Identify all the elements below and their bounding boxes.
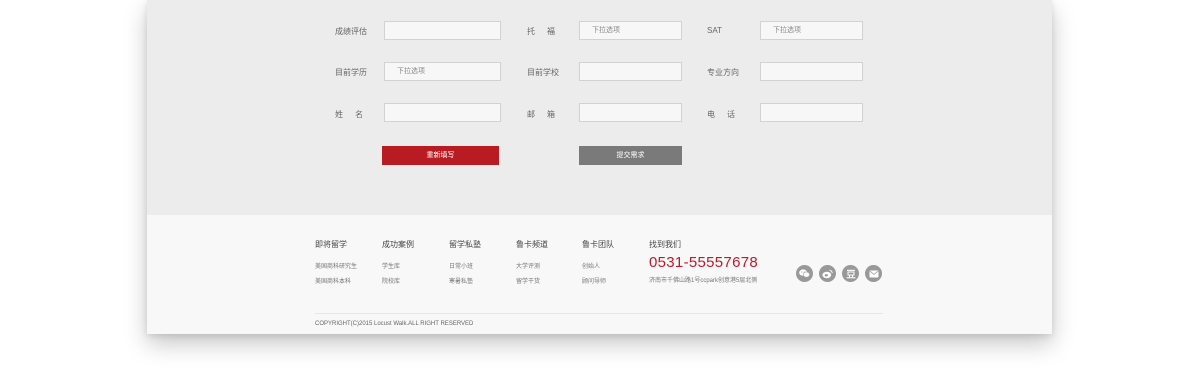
footer-col-title[interactable]: 即将留学	[315, 239, 347, 250]
douban-icon[interactable]	[842, 265, 859, 282]
major-label: 专业方向	[707, 68, 739, 77]
requirement-form: 成绩评估 托福 下拉选项 SAT 下拉选项 目前学历 下拉选项 目前学校 专业方…	[147, 0, 1052, 215]
footer-link[interactable]: 院校库	[382, 276, 400, 285]
phone-field[interactable]	[760, 103, 863, 122]
footer: 即将留学 美国商科研究生 美国商科本科 成功案例 学生库 院校库 留学私塾 日常…	[147, 215, 1052, 334]
wechat-icon[interactable]	[796, 265, 813, 282]
copyright: COPYRIGHT(C)2015 Locust Walk.ALL RIGHT R…	[315, 321, 474, 327]
email-icon[interactable]	[865, 265, 882, 282]
education-label: 目前学历	[335, 68, 367, 77]
page: 成绩评估 托福 下拉选项 SAT 下拉选项 目前学历 下拉选项 目前学校 专业方…	[0, 0, 1200, 382]
education-select[interactable]: 下拉选项	[384, 62, 501, 81]
submit-button[interactable]: 提交需求	[579, 146, 682, 165]
score-label: 成绩评估	[335, 27, 367, 36]
footer-divider	[315, 313, 883, 314]
footer-col-title[interactable]: 成功案例	[382, 239, 414, 250]
email-field[interactable]	[579, 103, 682, 122]
footer-col-title[interactable]: 鲁卡团队	[582, 239, 614, 250]
footer-link[interactable]: 创始人	[582, 261, 600, 270]
contact-phone: 0531-55557678	[649, 254, 759, 271]
footer-link[interactable]: 留学干货	[516, 276, 540, 285]
school-field[interactable]	[579, 62, 682, 81]
weibo-icon[interactable]	[819, 265, 836, 282]
contact-address: 济南市千佛山路1号ccpark创意港5层北侧	[649, 278, 758, 284]
footer-col-title[interactable]: 留学私塾	[449, 239, 481, 250]
footer-col-title[interactable]: 鲁卡频道	[516, 239, 548, 250]
toefl-select[interactable]: 下拉选项	[579, 21, 682, 40]
footer-link[interactable]: 大学评测	[516, 261, 540, 270]
email-label: 邮箱	[527, 110, 567, 119]
school-label: 目前学校	[527, 68, 559, 77]
major-field[interactable]	[760, 62, 863, 81]
sat-select[interactable]: 下拉选项	[760, 21, 863, 40]
name-label: 姓名	[335, 110, 375, 119]
footer-link[interactable]: 顾问导师	[582, 276, 606, 285]
toefl-label: 托福	[527, 27, 567, 36]
phone-label: 电话	[707, 110, 747, 119]
footer-link[interactable]: 学生库	[382, 261, 400, 270]
footer-link[interactable]: 日常小班	[449, 261, 473, 270]
footer-link[interactable]: 寒暑私塾	[449, 276, 473, 285]
footer-link[interactable]: 美国商科研究生	[315, 261, 357, 270]
contact-title: 找到我们	[649, 240, 681, 249]
footer-link[interactable]: 美国商科本科	[315, 276, 351, 285]
name-field[interactable]	[384, 103, 501, 122]
content-card: 成绩评估 托福 下拉选项 SAT 下拉选项 目前学历 下拉选项 目前学校 专业方…	[147, 0, 1052, 334]
sat-label: SAT	[707, 26, 722, 35]
score-field[interactable]	[384, 21, 501, 40]
reset-button[interactable]: 重新填写	[382, 146, 499, 165]
